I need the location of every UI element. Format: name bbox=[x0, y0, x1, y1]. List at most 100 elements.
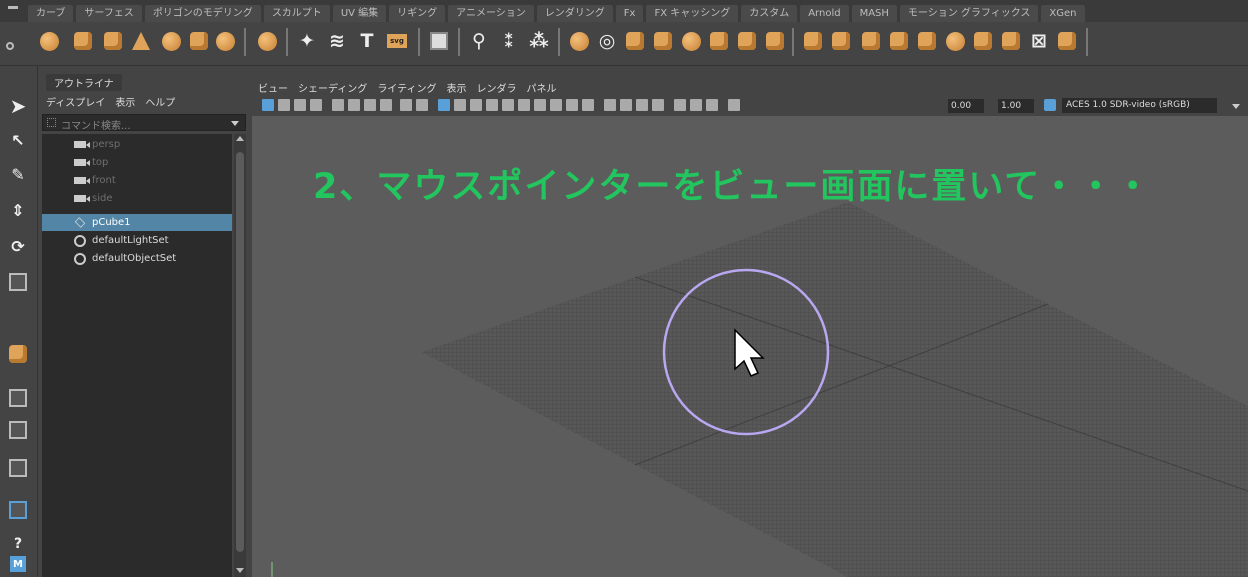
bridge-icon[interactable] bbox=[708, 30, 730, 52]
shelf-tab[interactable]: Arnold bbox=[800, 5, 849, 22]
outliner-menu-show[interactable]: 表示 bbox=[115, 94, 135, 109]
use-lights-icon[interactable] bbox=[502, 99, 514, 111]
uv-grid-icon[interactable]: ⊠ bbox=[1028, 30, 1050, 52]
shelf-tab[interactable]: カスタム bbox=[741, 5, 798, 22]
anti-aliasing-icon[interactable] bbox=[566, 99, 578, 111]
bevel-icon[interactable] bbox=[680, 30, 702, 52]
svg-tool-icon[interactable]: svg bbox=[386, 30, 408, 52]
last-tool-icon[interactable] bbox=[6, 342, 30, 366]
outliner-layout-icon[interactable] bbox=[6, 498, 30, 522]
viewport-menu-panels[interactable]: パネル bbox=[527, 80, 557, 95]
shelf-tab[interactable]: モーション グラフィックス bbox=[899, 5, 1039, 22]
shelf-tab[interactable]: リギング bbox=[389, 5, 446, 22]
boolean-icon[interactable] bbox=[624, 30, 646, 52]
retopo-icon[interactable] bbox=[916, 30, 938, 52]
rotate-tool-icon[interactable]: ⟳ bbox=[6, 234, 30, 258]
isolate-select-icon[interactable] bbox=[604, 99, 616, 111]
type-tool-icon[interactable]: T bbox=[356, 30, 378, 52]
select-tool-icon[interactable]: ➤ bbox=[6, 94, 30, 118]
shadows-icon[interactable] bbox=[518, 99, 530, 111]
poly-plane-icon[interactable] bbox=[188, 30, 210, 52]
textured-icon[interactable] bbox=[486, 99, 498, 111]
target-weld-icon[interactable] bbox=[830, 30, 852, 52]
poly-cube-icon[interactable] bbox=[72, 30, 94, 52]
scale-tool-icon[interactable] bbox=[6, 270, 30, 294]
shelf-tab[interactable]: レンダリング bbox=[536, 5, 613, 22]
gamma-field[interactable]: 1.00 bbox=[998, 99, 1034, 113]
outliner-menu-help[interactable]: ヘルプ bbox=[145, 94, 175, 109]
shelf-tab[interactable]: ポリゴンのモデリング bbox=[144, 5, 261, 22]
menu-dash-icon[interactable] bbox=[8, 6, 18, 9]
platonic-solid-icon[interactable] bbox=[256, 30, 278, 52]
list-item[interactable]: persp bbox=[42, 136, 232, 153]
viewport-menu-view[interactable]: ビュー bbox=[258, 80, 288, 95]
poly-cylinder-icon[interactable] bbox=[102, 30, 124, 52]
shelf-tab[interactable]: カーブ bbox=[28, 5, 74, 22]
image-plane-icon[interactable] bbox=[310, 99, 322, 111]
shelf-tab[interactable]: MASH bbox=[851, 5, 897, 22]
outliner-scrollbar[interactable] bbox=[234, 134, 246, 577]
scroll-thumb[interactable] bbox=[236, 152, 244, 552]
combine-icon[interactable]: ⚲ bbox=[468, 30, 490, 52]
xray-joints-icon[interactable] bbox=[636, 99, 648, 111]
multi-cut-icon[interactable] bbox=[802, 30, 824, 52]
shelf-tab[interactable]: XGen bbox=[1041, 5, 1085, 22]
exposure-field[interactable]: 0.00 bbox=[948, 99, 984, 113]
xray-components-icon[interactable] bbox=[652, 99, 664, 111]
outliner-menu-display[interactable]: ディスプレイ bbox=[46, 94, 105, 109]
field-chart-icon[interactable] bbox=[400, 99, 412, 111]
append-polygon-icon[interactable] bbox=[736, 30, 758, 52]
shelf-tab[interactable]: Fx bbox=[615, 5, 644, 22]
poly-torus-icon[interactable] bbox=[160, 30, 182, 52]
viewport-menu-renderer[interactable]: レンダラ bbox=[477, 80, 517, 95]
wireframe-icon[interactable] bbox=[438, 99, 450, 111]
safe-action-icon[interactable] bbox=[416, 99, 428, 111]
two-pane-icon[interactable] bbox=[6, 456, 30, 480]
outliner-search-input[interactable]: コマンド検索... bbox=[42, 114, 246, 132]
paint-select-icon[interactable]: ✎ bbox=[6, 162, 30, 186]
list-item[interactable]: defaultObjectSet bbox=[42, 250, 232, 267]
scroll-down-icon[interactable] bbox=[236, 568, 244, 573]
shelf-tab[interactable]: アニメーション bbox=[448, 5, 534, 22]
poly-disc-icon[interactable] bbox=[214, 30, 236, 52]
screen-space-ao-icon[interactable] bbox=[534, 99, 546, 111]
list-item[interactable]: defaultLightSet bbox=[42, 232, 232, 249]
exposure-icon[interactable] bbox=[674, 99, 686, 111]
xray-icon[interactable] bbox=[620, 99, 632, 111]
list-item[interactable]: side bbox=[42, 190, 232, 207]
mirror-icon[interactable]: ◎ bbox=[596, 30, 618, 52]
shelf-tab[interactable]: FX キャッシング bbox=[646, 5, 739, 22]
camera-attributes-icon[interactable] bbox=[278, 99, 290, 111]
shelf-tab[interactable]: スカルプト bbox=[263, 5, 330, 22]
separate-icon[interactable]: ⁑ bbox=[498, 30, 520, 52]
shelf-tab[interactable]: UV 編集 bbox=[332, 5, 387, 22]
gear-icon[interactable] bbox=[728, 99, 740, 111]
circularize-icon[interactable] bbox=[944, 30, 966, 52]
connect-icon[interactable] bbox=[860, 30, 882, 52]
shelf-settings-icon[interactable] bbox=[6, 42, 14, 50]
view-transform-icon[interactable] bbox=[706, 99, 718, 111]
chevron-down-icon[interactable] bbox=[231, 121, 239, 126]
collapse-icon[interactable] bbox=[1000, 30, 1022, 52]
resolution-gate-icon[interactable] bbox=[364, 99, 376, 111]
sweep-mesh-icon[interactable]: ≋ bbox=[326, 30, 348, 52]
list-item[interactable]: front bbox=[42, 172, 232, 189]
bookmark-icon[interactable] bbox=[294, 99, 306, 111]
scroll-up-icon[interactable] bbox=[236, 136, 244, 141]
list-item[interactable]: pCube1 bbox=[42, 214, 232, 231]
four-pane-icon[interactable] bbox=[6, 418, 30, 442]
smooth-icon[interactable] bbox=[568, 30, 590, 52]
uv-editor-icon[interactable] bbox=[1056, 30, 1078, 52]
chevron-down-icon[interactable] bbox=[1232, 104, 1240, 109]
viewport-menu-show[interactable]: 表示 bbox=[447, 80, 467, 95]
move-tool-icon[interactable]: ⇕ bbox=[6, 198, 30, 222]
viewport-menu-lighting[interactable]: ライティング bbox=[377, 80, 436, 95]
gate-mask-icon[interactable] bbox=[380, 99, 392, 111]
grid-icon[interactable] bbox=[332, 99, 344, 111]
film-gate-icon[interactable] bbox=[348, 99, 360, 111]
select-camera-icon[interactable] bbox=[262, 99, 274, 111]
shelf-tab[interactable]: サーフェス bbox=[76, 5, 142, 22]
list-item[interactable]: top bbox=[42, 154, 232, 171]
smooth-shade-icon[interactable] bbox=[454, 99, 466, 111]
center-pivot-icon[interactable]: ⁂ bbox=[528, 30, 550, 52]
